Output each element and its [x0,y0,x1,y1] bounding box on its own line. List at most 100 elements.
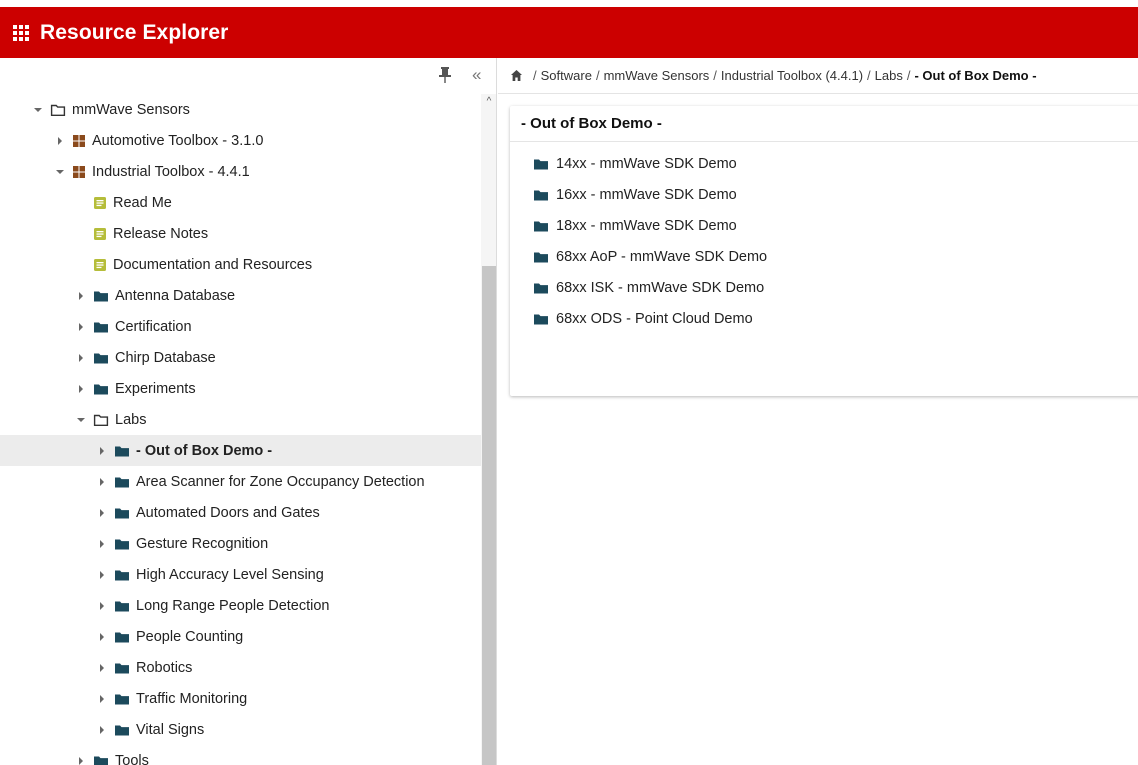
folder-icon [115,539,129,549]
chevron-right-icon[interactable] [97,663,107,673]
sidebar-item-label: Industrial Toolbox - 4.4.1 [92,163,250,180]
sidebar-item-out-of-box-demo[interactable]: - Out of Box Demo - [0,435,481,466]
document-icon [94,196,106,209]
folder-item-18xx-mmwave-sdk-demo[interactable]: 18xx - mmWave SDK Demo [510,210,1138,241]
chevron-right-icon[interactable] [55,136,65,146]
sidebar-item-label: Gesture Recognition [136,535,269,552]
scrollbar-thumb[interactable] [482,266,496,765]
sidebar-item-read-me[interactable]: Read Me [0,187,481,218]
sidebar-item-industrial-toolbox-4-4-1[interactable]: Industrial Toolbox - 4.4.1 [0,156,481,187]
sidebar-item-label: - Out of Box Demo - [136,442,273,459]
sidebar-scrollbar[interactable]: ^ [481,94,496,765]
scroll-up-arrow-icon[interactable]: ^ [481,96,496,108]
chevron-right-icon[interactable] [76,353,86,363]
folder-icon [534,190,548,200]
chevron-right-icon[interactable] [97,601,107,611]
sidebar-item-label: Automotive Toolbox - 3.1.0 [92,132,264,149]
breadcrumb-link-mmwave-sensors[interactable]: mmWave Sensors [604,68,710,83]
sidebar-item-label: Long Range People Detection [136,597,330,614]
breadcrumb-separator: / [533,68,537,83]
sidebar-item-automated-doors-and-gates[interactable]: Automated Doors and Gates [0,497,481,528]
folder-open-icon [50,104,66,116]
sidebar-item-label: Certification [115,318,192,335]
folder-item-16xx-mmwave-sdk-demo[interactable]: 16xx - mmWave SDK Demo [510,179,1138,210]
collapse-sidebar-icon[interactable]: « [472,66,481,84]
folder-item-68xx-ods-point-cloud-demo[interactable]: 68xx ODS - Point Cloud Demo [510,303,1138,334]
sidebar-item-label: Chirp Database [115,349,216,366]
breadcrumb-link-software[interactable]: Software [541,68,592,83]
folder-item-label: 68xx ISK - mmWave SDK Demo [556,279,765,296]
folder-item-label: 14xx - mmWave SDK Demo [556,155,737,172]
home-icon[interactable] [510,69,523,82]
apps-grid-icon[interactable] [13,24,29,41]
folder-icon [115,694,129,704]
folder-icon [534,159,548,169]
sidebar-item-label: Tools [115,752,149,765]
breadcrumb-separator: / [713,68,717,83]
sidebar-item-long-range-people-detection[interactable]: Long Range People Detection [0,590,481,621]
pin-icon[interactable] [438,66,452,84]
folder-icon [94,756,108,765]
breadcrumb-link-labs[interactable]: Labs [875,68,903,83]
sidebar-item-antenna-database[interactable]: Antenna Database [0,280,481,311]
sidebar-item-automotive-toolbox-3-1-0[interactable]: Automotive Toolbox - 3.1.0 [0,125,481,156]
sidebar-item-gesture-recognition[interactable]: Gesture Recognition [0,528,481,559]
folder-icon [534,283,548,293]
chevron-right-icon[interactable] [76,756,86,765]
folder-icon [94,322,108,332]
sidebar-item-label: Automated Doors and Gates [136,504,320,521]
folder-icon [534,252,548,262]
sidebar-item-people-counting[interactable]: People Counting [0,621,481,652]
sidebar-item-traffic-monitoring[interactable]: Traffic Monitoring [0,683,481,714]
sidebar-item-release-notes[interactable]: Release Notes [0,218,481,249]
chevron-right-icon[interactable] [97,570,107,580]
chevron-right-icon[interactable] [76,291,86,301]
folder-icon [115,570,129,580]
sidebar-item-high-accuracy-level-sensing[interactable]: High Accuracy Level Sensing [0,559,481,590]
chevron-right-icon[interactable] [97,725,107,735]
sidebar-item-labs[interactable]: Labs [0,404,481,435]
chevron-down-icon[interactable] [76,415,86,425]
chevron-right-icon[interactable] [97,446,107,456]
sidebar-item-documentation-and-resources[interactable]: Documentation and Resources [0,249,481,280]
chevron-right-icon[interactable] [97,694,107,704]
sidebar-item-label: Labs [115,411,147,428]
sidebar-item-label: Robotics [136,659,193,676]
folder-item-label: 16xx - mmWave SDK Demo [556,186,737,203]
sidebar-item-label: People Counting [136,628,244,645]
folder-item-68xx-isk-mmwave-sdk-demo[interactable]: 68xx ISK - mmWave SDK Demo [510,272,1138,303]
sidebar-item-vital-signs[interactable]: Vital Signs [0,714,481,745]
sidebar-item-label: Area Scanner for Zone Occupancy Detectio… [136,473,425,490]
chevron-right-icon[interactable] [76,322,86,332]
chevron-right-icon[interactable] [76,384,86,394]
folder-open-icon [93,414,109,426]
breadcrumb-link-industrial-toolbox-4-4-1[interactable]: Industrial Toolbox (4.4.1) [721,68,863,83]
breadcrumb-current: - Out of Box Demo - [914,68,1037,83]
sidebar-item-label: Vital Signs [136,721,205,738]
sidebar-item-mmwave-sensors[interactable]: mmWave Sensors [0,94,481,125]
chevron-right-icon[interactable] [97,632,107,642]
chevron-right-icon[interactable] [97,477,107,487]
breadcrumb-separator: / [867,68,871,83]
sidebar-item-label: Antenna Database [115,287,236,304]
folder-item-14xx-mmwave-sdk-demo[interactable]: 14xx - mmWave SDK Demo [510,148,1138,179]
sidebar-item-area-scanner-for-zone-occupancy-detection[interactable]: Area Scanner for Zone Occupancy Detectio… [0,466,481,497]
sidebar-item-tools[interactable]: Tools [0,745,481,765]
folder-item-label: 18xx - mmWave SDK Demo [556,217,737,234]
folder-icon [115,663,129,673]
sidebar-item-robotics[interactable]: Robotics [0,652,481,683]
chevron-right-icon[interactable] [97,508,107,518]
sidebar-item-experiments[interactable]: Experiments [0,373,481,404]
chevron-down-icon[interactable] [55,167,65,177]
folder-icon [115,725,129,735]
sidebar-item-label: Traffic Monitoring [136,690,248,707]
chevron-right-icon[interactable] [97,539,107,549]
card-title: - Out of Box Demo - [510,106,1138,142]
sidebar-item-certification[interactable]: Certification [0,311,481,342]
folder-icon [534,221,548,231]
folder-item-68xx-aop-mmwave-sdk-demo[interactable]: 68xx AoP - mmWave SDK Demo [510,241,1138,272]
chevron-down-icon[interactable] [33,105,43,115]
sidebar-item-chirp-database[interactable]: Chirp Database [0,342,481,373]
app-title: Resource Explorer [40,20,229,44]
sidebar-item-label: High Accuracy Level Sensing [136,566,324,583]
